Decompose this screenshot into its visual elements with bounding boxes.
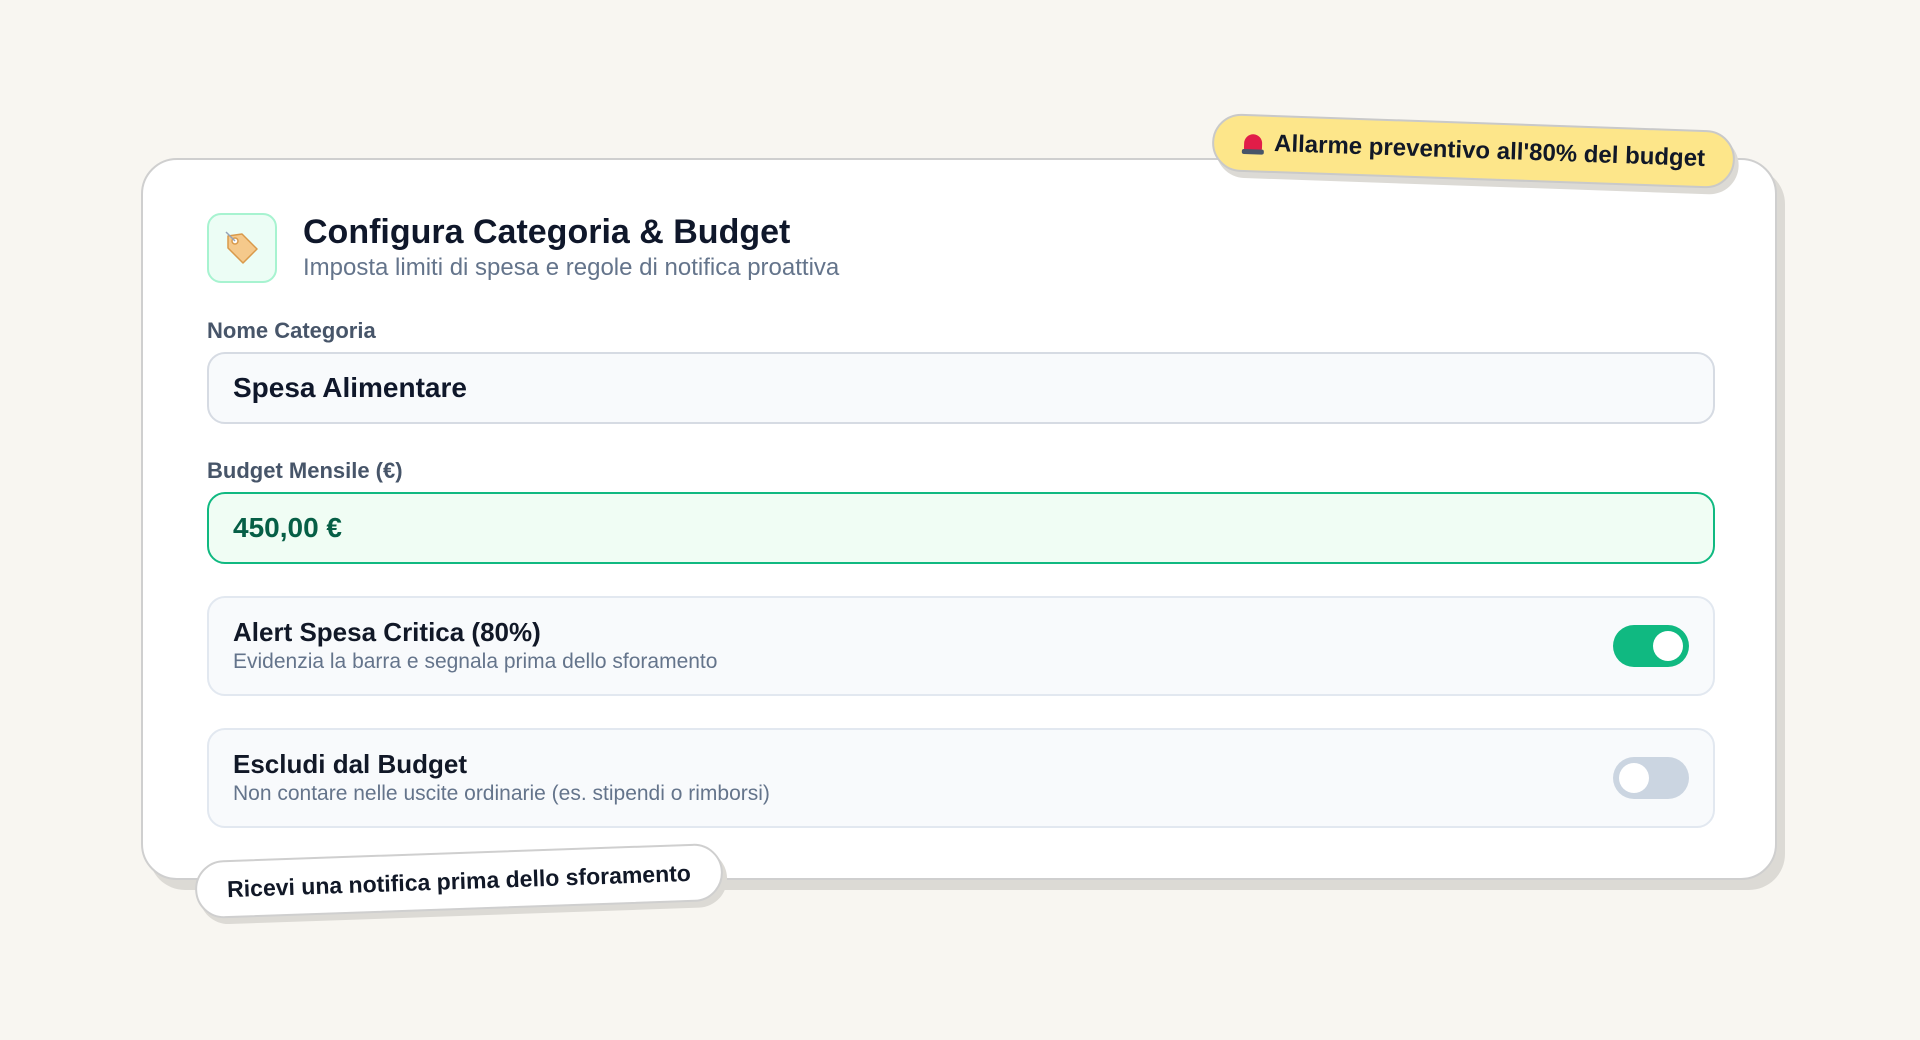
exclude-budget-description: Non contare nelle uscite ordinarie (es. … — [233, 782, 770, 805]
toggle-knob — [1653, 631, 1683, 661]
notification-badge-text: Ricevi una notifica prima dello sforamen… — [226, 859, 692, 902]
exclude-from-budget-row: Escludi dal Budget Non contare nelle usc… — [207, 728, 1715, 828]
monthly-budget-input[interactable]: 450,00 € — [207, 492, 1715, 564]
page-title: Configura Categoria & Budget — [303, 213, 791, 251]
critical-alert-toggle[interactable] — [1613, 625, 1689, 667]
monthly-budget-value: 450,00 € — [233, 512, 342, 543]
critical-alert-description: Evidenzia la barra e segnala prima dello… — [233, 650, 718, 673]
category-name-input[interactable]: Spesa Alimentare — [207, 352, 1715, 424]
category-name-value: Spesa Alimentare — [233, 372, 467, 403]
tag-icon — [207, 213, 277, 283]
monthly-budget-label: Budget Mensile (€) — [207, 458, 403, 483]
category-name-label: Nome Categoria — [207, 318, 376, 343]
critical-alert-title: Alert Spesa Critica (80%) — [233, 617, 541, 647]
preventive-alarm-text: Allarme preventivo all'80% del budget — [1273, 130, 1706, 173]
exclude-budget-toggle[interactable] — [1613, 757, 1689, 799]
exclude-budget-title: Escludi dal Budget — [233, 749, 468, 779]
critical-spending-alert-row: Alert Spesa Critica (80%) Evidenzia la b… — [207, 596, 1715, 696]
siren-icon — [1242, 131, 1265, 156]
category-budget-card: Configura Categoria & Budget Imposta lim… — [141, 158, 1777, 880]
page-subtitle: Imposta limiti di spesa e regole di noti… — [303, 254, 840, 281]
card-header: Configura Categoria & Budget Imposta lim… — [207, 212, 839, 284]
toggle-knob — [1619, 763, 1649, 793]
